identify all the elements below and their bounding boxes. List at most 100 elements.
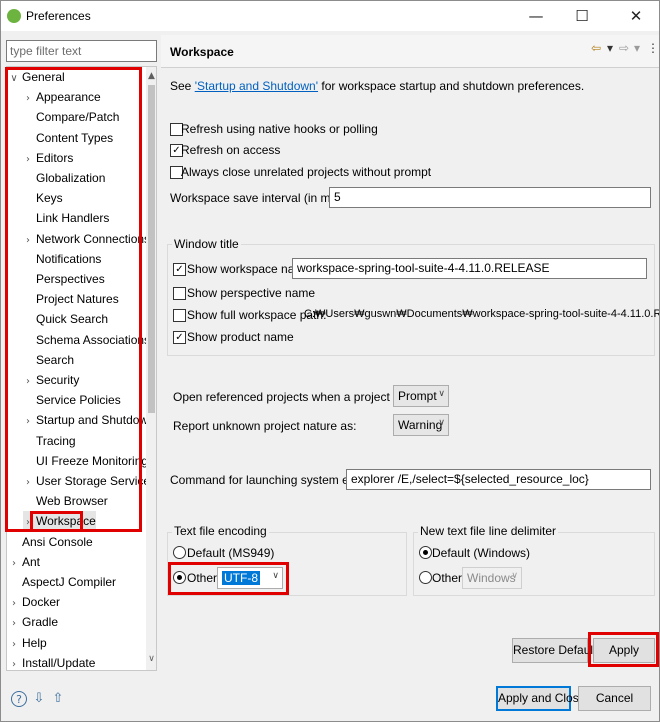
chevron-right-icon[interactable]: › xyxy=(23,231,33,251)
tree-item-label: Gradle xyxy=(22,615,59,630)
encoding-default-radio[interactable] xyxy=(173,546,186,559)
tree-item-label: Quick Search xyxy=(36,312,109,327)
tree-item[interactable]: Ansi Console xyxy=(9,532,93,552)
tree-item-label: Tracing xyxy=(36,433,76,448)
command-input[interactable]: explorer /E,/select=${selected_resource_… xyxy=(346,469,651,490)
cancel-button[interactable]: Cancel xyxy=(578,686,651,711)
tree-item[interactable]: Content Types xyxy=(23,128,113,148)
tree-item[interactable]: Link Handlers xyxy=(23,208,109,228)
tree-item-label: Search xyxy=(36,352,75,367)
tree-item[interactable]: › Docker xyxy=(9,592,60,612)
tree-item[interactable]: › Ant xyxy=(9,552,40,572)
tree-item[interactable]: › Editors xyxy=(23,148,73,168)
forward-menu-icon[interactable]: ▾ xyxy=(634,41,640,55)
preference-tree[interactable]: ∨ General › Appearance Compare/Patch Content … xyxy=(6,66,157,671)
tree-item[interactable]: Schema Associations xyxy=(23,330,150,350)
tree-item[interactable]: Perspectives xyxy=(23,269,105,289)
show-ws-name-checkbox[interactable]: ✓ xyxy=(173,263,186,276)
minimize-button[interactable]: — xyxy=(513,1,559,31)
tree-item[interactable]: Web Browser xyxy=(23,491,108,511)
chevron-right-icon[interactable]: › xyxy=(23,89,33,109)
chevron-right-icon[interactable]: › xyxy=(9,635,19,655)
maximize-button[interactable]: ☐ xyxy=(559,1,605,31)
tree-item[interactable]: › Security xyxy=(23,370,79,390)
chevron-right-icon[interactable]: › xyxy=(23,473,33,493)
more-menu-icon[interactable]: ⋮ xyxy=(647,41,659,55)
chevron-right-icon[interactable]: › xyxy=(23,513,33,533)
delimiter-other-radio[interactable] xyxy=(419,571,432,584)
help-icon[interactable]: ? xyxy=(11,691,27,707)
tree-item[interactable]: AspectJ Compiler xyxy=(9,572,116,592)
tree-item[interactable]: › Install/Update xyxy=(9,653,95,670)
chevron-right-icon[interactable]: › xyxy=(9,614,19,634)
tree-item[interactable]: UI Freeze Monitoring xyxy=(23,451,148,471)
tree-item[interactable]: Quick Search xyxy=(23,309,108,329)
tree-item[interactable]: ∨ General xyxy=(9,67,64,89)
refresh-access-label: Refresh on access xyxy=(181,143,281,157)
tree-item[interactable]: › Startup and Shutdown xyxy=(23,410,155,430)
scroll-thumb[interactable] xyxy=(148,85,155,413)
export-icon[interactable]: ⇧ xyxy=(50,691,66,707)
save-interval-input[interactable]: 5 xyxy=(329,187,651,208)
forward-arrow-icon[interactable]: ⇨ xyxy=(619,41,629,55)
ws-name-input[interactable]: workspace-spring-tool-suite-4-4.11.0.REL… xyxy=(292,258,647,279)
import-icon[interactable]: ⇩ xyxy=(31,691,47,707)
open-referenced-select[interactable]: Prompt ∨ xyxy=(393,385,449,407)
tree-item[interactable]: › Workspace xyxy=(23,511,96,533)
restore-defaults-button[interactable]: Restore Defaults xyxy=(512,638,602,663)
tree-item[interactable]: › Help xyxy=(9,633,47,653)
show-product-checkbox[interactable]: ✓ xyxy=(173,331,186,344)
scroll-down-icon[interactable]: ∨ xyxy=(146,652,156,666)
tree-item[interactable]: Globalization xyxy=(23,168,105,188)
tree-item[interactable]: › Gradle xyxy=(9,612,58,632)
tree-item-label: Workspace xyxy=(36,514,96,529)
tree-item-label: Appearance xyxy=(36,90,101,105)
startup-link-line: See 'Startup and Shutdown' for workspace… xyxy=(170,79,584,93)
tree-item[interactable]: Keys xyxy=(23,188,63,208)
show-full-path-checkbox[interactable] xyxy=(173,309,186,322)
chevron-right-icon[interactable]: › xyxy=(23,412,33,432)
filter-input[interactable]: type filter text xyxy=(6,40,157,62)
tree-item-label: AspectJ Compiler xyxy=(22,575,117,589)
tree-item[interactable]: › Appearance xyxy=(23,87,101,107)
tree-scrollbar[interactable]: ▲ ∨ xyxy=(146,67,156,670)
tree-item-label: Content Types xyxy=(36,130,114,145)
chevron-right-icon[interactable]: › xyxy=(9,594,19,614)
tree-item[interactable]: Tracing xyxy=(23,431,76,451)
chevron-right-icon[interactable]: › xyxy=(9,655,19,670)
startup-shutdown-link[interactable]: 'Startup and Shutdown' xyxy=(195,79,318,93)
tree-item[interactable]: Service Policies xyxy=(23,390,121,410)
chevron-right-icon[interactable]: › xyxy=(9,554,19,574)
tree-item[interactable]: › User Storage Service xyxy=(23,471,150,491)
tree-item-label: Ansi Console xyxy=(22,534,93,549)
delimiter-other-select[interactable]: Windows ∨ xyxy=(462,567,522,589)
tree-item[interactable]: › Network Connections xyxy=(23,229,150,249)
full-path-value: C:₩Users₩guswn₩Documents₩workspace-sprin… xyxy=(304,308,659,320)
show-perspective-checkbox[interactable] xyxy=(173,287,186,300)
back-arrow-icon[interactable]: ⇦ xyxy=(591,41,601,55)
tree-item[interactable]: Project Natures xyxy=(23,289,119,309)
tree-item[interactable]: Notifications xyxy=(23,249,101,269)
encoding-other-select[interactable]: UTF-8 ∨ xyxy=(217,567,283,589)
close-button[interactable]: ✕ xyxy=(613,1,659,31)
encoding-other-radio[interactable] xyxy=(173,571,186,584)
page-title: Workspace xyxy=(170,45,234,59)
chevron-right-icon[interactable]: › xyxy=(23,372,33,392)
tree-item-label: Schema Associations xyxy=(36,332,151,347)
chevron-down-icon[interactable]: ∨ xyxy=(9,69,19,89)
radio-selected-dot xyxy=(423,550,428,555)
report-nature-value: Warning xyxy=(398,418,443,432)
back-menu-icon[interactable]: ▾ xyxy=(607,41,613,55)
apply-button[interactable]: Apply xyxy=(593,638,655,663)
tree-item[interactable]: Compare/Patch xyxy=(23,107,119,127)
chevron-right-icon[interactable]: › xyxy=(23,150,33,170)
tree-item-label: User Storage Service xyxy=(36,474,151,488)
delimiter-default-radio[interactable] xyxy=(419,546,432,559)
encoding-default-label: Default (MS949) xyxy=(187,546,275,560)
apply-and-close-button[interactable]: Apply and Close xyxy=(496,686,585,711)
chevron-down-icon: ∨ xyxy=(438,389,445,399)
scroll-up-icon[interactable]: ▲ xyxy=(146,69,156,83)
tree-item-label: Startup and Shutdown xyxy=(36,413,155,428)
report-nature-select[interactable]: Warning ∨ xyxy=(393,414,449,436)
tree-item[interactable]: Search xyxy=(23,350,74,370)
